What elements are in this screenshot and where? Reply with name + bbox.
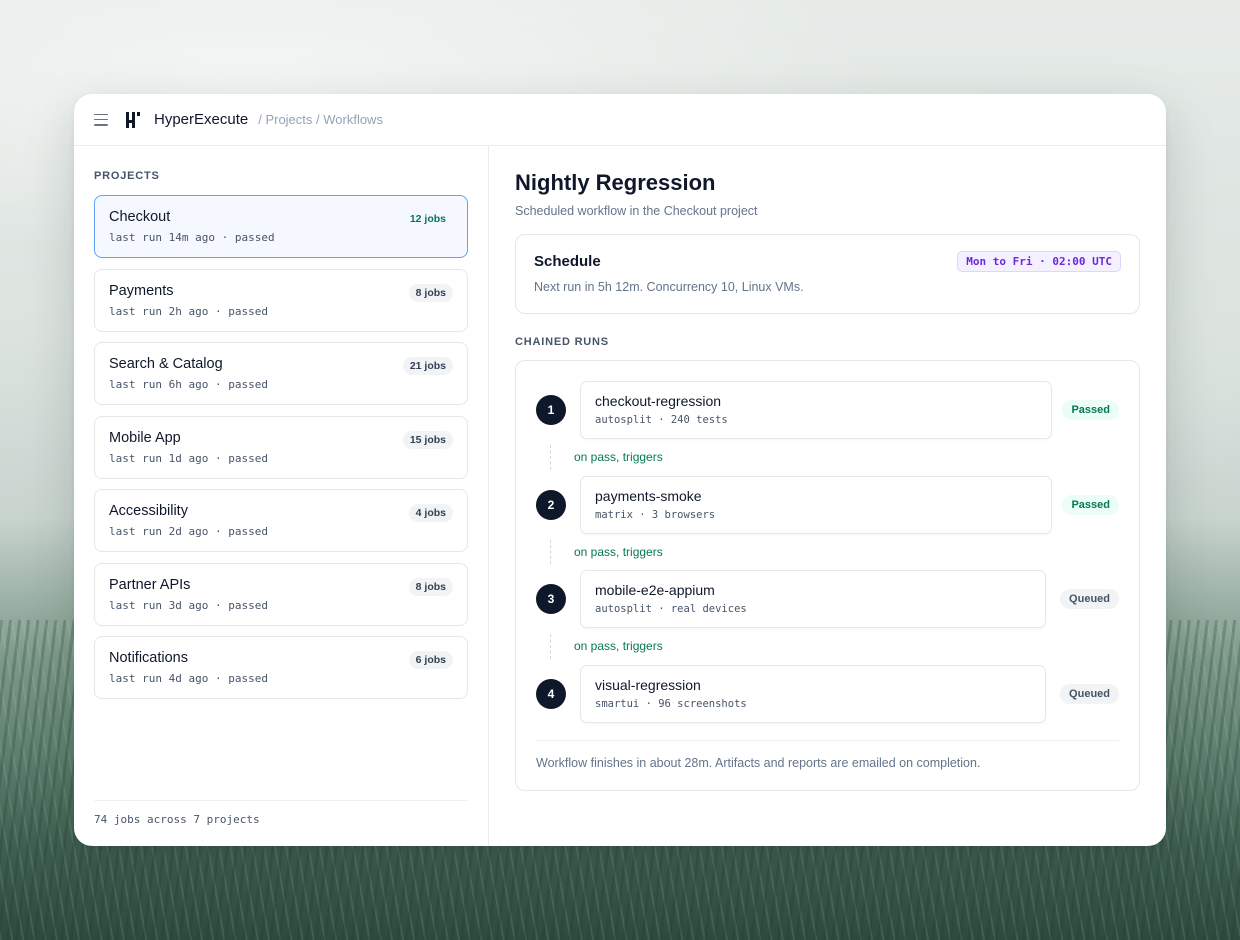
jobs-count-badge: 8 jobs (408, 577, 453, 596)
jobs-count-badge: 21 jobs (402, 357, 453, 375)
project-item-notifications[interactable]: Notifications last run 4d ago · passed 6… (94, 636, 468, 699)
run-row: 4 visual-regression smartui · 96 screens… (536, 664, 1119, 723)
run-meta: autosplit · 240 tests (595, 414, 728, 426)
chained-runs-heading: CHAINED RUNS (515, 336, 609, 348)
jobs-count-badge: 6 jobs (408, 651, 453, 669)
project-name: Payments (109, 282, 174, 299)
trigger-label: on pass, triggers (574, 639, 663, 654)
app-window: HyperExecute / Projects / Workflows PROJ… (74, 94, 1166, 846)
jobs-count-badge: 8 jobs (408, 283, 453, 302)
page-title: Nightly Regression (515, 170, 716, 195)
run-row: 1 checkout-regression autosplit · 240 te… (536, 381, 1119, 439)
project-meta: last run 1d ago · passed (109, 451, 268, 465)
run-step-number: 4 (536, 678, 566, 709)
jobs-count-badge: 4 jobs (408, 504, 453, 522)
run-name: mobile-e2e-appium (595, 582, 715, 598)
project-name: Partner APIs (109, 576, 191, 593)
run-name: payments-smoke (595, 487, 702, 504)
schedule-cron-badge: Mon to Fri · 02:00 UTC (957, 251, 1121, 272)
trigger-label: on pass, triggers (574, 544, 663, 559)
project-meta: last run 2h ago · passed (109, 304, 268, 318)
top-bar: HyperExecute / Projects / Workflows (74, 94, 1166, 146)
status-badge: Passed (1062, 400, 1119, 420)
project-meta: last run 2d ago · passed (109, 525, 268, 538)
trigger-label: on pass, triggers (574, 450, 663, 465)
run-step-number: 2 (536, 489, 566, 520)
trigger-connector: on pass, triggers (536, 534, 1119, 571)
status-badge: Queued (1060, 589, 1119, 609)
run-name: checkout-regression (595, 393, 722, 409)
projects-heading: PROJECTS (94, 170, 160, 182)
trigger-connector: on pass, triggers (536, 439, 1119, 476)
run-step-number: 1 (536, 395, 566, 425)
run-meta: matrix · 3 browsers (595, 508, 716, 521)
schedule-card: Schedule Mon to Fri · 02:00 UTC Next run… (515, 234, 1140, 314)
page-subtitle: Scheduled workflow in the Checkout proje… (515, 204, 758, 218)
workflow-footer-note: Workflow finishes in about 28m. Artifact… (536, 740, 1119, 770)
project-meta: last run 6h ago · passed (109, 378, 268, 391)
project-item-search-catalog[interactable]: Search & Catalog last run 6h ago · passe… (94, 342, 468, 405)
project-meta: last run 4d ago · passed (109, 672, 268, 685)
jobs-count-badge: 12 jobs (409, 213, 446, 225)
run-meta: autosplit · real devices (595, 603, 747, 615)
projects-sidebar: PROJECTS Checkout last run 14m ago · pas… (74, 146, 489, 846)
run-card-checkout-regression[interactable]: checkout-regression autosplit · 240 test… (580, 381, 1052, 439)
trigger-connector: on pass, triggers (536, 628, 1119, 665)
project-name: Accessibility (109, 503, 188, 519)
brand-name[interactable]: HyperExecute (154, 111, 248, 128)
project-item-mobile-app[interactable]: Mobile App last run 1d ago · passed 15 j… (94, 415, 468, 479)
project-name: Search & Catalog (109, 356, 223, 372)
project-name: Checkout (109, 209, 171, 225)
sidebar-summary: 74 jobs across 7 projects (94, 800, 468, 826)
run-name: visual-regression (595, 676, 701, 693)
run-row: 2 payments-smoke matrix · 3 browsers Pas… (536, 475, 1119, 534)
run-meta: smartui · 96 screenshots (595, 697, 747, 710)
run-card-mobile-e2e-appium[interactable]: mobile-e2e-appium autosplit · real devic… (580, 570, 1046, 628)
project-item-partner-apis[interactable]: Partner APIs last run 3d ago · passed 8 … (94, 562, 468, 626)
project-meta: last run 14m ago · passed (109, 231, 275, 244)
run-row: 3 mobile-e2e-appium autosplit · real dev… (536, 570, 1119, 628)
status-badge: Passed (1062, 494, 1119, 515)
chained-runs-card: 1 checkout-regression autosplit · 240 te… (515, 360, 1140, 791)
run-card-payments-smoke[interactable]: payments-smoke matrix · 3 browsers (580, 475, 1052, 534)
status-badge: Queued (1060, 683, 1119, 704)
breadcrumb[interactable]: / Projects / Workflows (258, 112, 383, 127)
project-item-checkout[interactable]: Checkout last run 14m ago · passed 12 jo… (94, 195, 468, 258)
schedule-note: Next run in 5h 12m. Concurrency 10, Linu… (534, 280, 804, 294)
workflow-detail: Nightly Regression Scheduled workflow in… (489, 146, 1166, 846)
hyperexecute-logo-icon (126, 111, 140, 128)
jobs-count-badge: 15 jobs (402, 430, 453, 449)
project-name: Notifications (109, 650, 188, 666)
hamburger-menu-icon[interactable] (94, 113, 108, 126)
project-name: Mobile App (109, 429, 181, 446)
run-step-number: 3 (536, 584, 566, 614)
project-meta: last run 3d ago · passed (109, 598, 268, 612)
project-item-payments[interactable]: Payments last run 2h ago · passed 8 jobs (94, 268, 468, 332)
project-item-accessibility[interactable]: Accessibility last run 2d ago · passed 4… (94, 489, 468, 552)
run-card-visual-regression[interactable]: visual-regression smartui · 96 screensho… (580, 664, 1046, 723)
